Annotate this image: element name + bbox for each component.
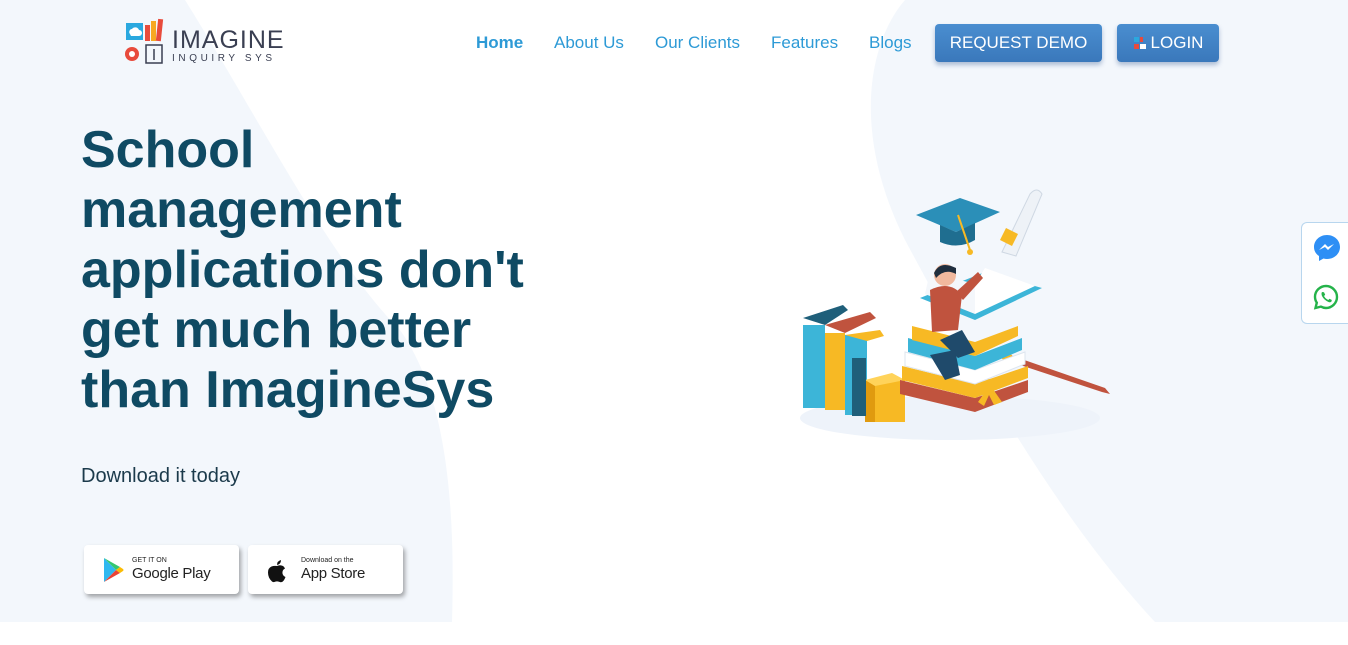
hero-subtitle: Download it today [81,465,240,487]
hero-title-line: than ImagineSys [81,361,495,419]
hero-title-line: management [81,181,402,239]
whatsapp-icon[interactable] [1312,283,1340,311]
google-play-big-text: Google Play [132,565,211,582]
brand-subtitle: INQUIRY SYS [172,53,276,64]
app-store-small-text: Download on the [301,557,354,564]
google-play-small-text: GET IT ON [132,557,167,564]
hero-title-line: applications don't [81,241,524,299]
google-play-button[interactable]: GET IT ON Google Play [84,545,239,594]
nav-home[interactable]: Home [476,33,523,53]
app-store-button[interactable]: Download on the App Store [248,545,403,594]
nav-features[interactable]: Features [771,33,838,53]
page: IMAGINE INQUIRY SYS Home About Us Our Cl… [0,0,1348,645]
logo-mark-icon [125,18,164,64]
apple-icon [268,560,286,583]
hero-title-line: School [81,121,255,179]
google-play-icon [104,558,124,582]
app-store-big-text: App Store [301,565,366,582]
page-bottom-strip [0,622,1348,645]
contact-side-widget [1301,222,1348,324]
graduation-books-illustration [800,189,1110,440]
login-button[interactable]: LOGIN [1117,24,1219,62]
brand-logo[interactable]: IMAGINE INQUIRY SYS [120,18,300,68]
hero-title: School management applications don't get… [81,120,641,420]
hero-title-line: get much better [81,301,472,359]
nav-our-clients[interactable]: Our Clients [655,33,740,53]
site-header: IMAGINE INQUIRY SYS Home About Us Our Cl… [0,0,1348,90]
messenger-icon[interactable] [1312,233,1342,263]
request-demo-label: REQUEST DEMO [949,33,1088,52]
login-icon [1133,37,1146,49]
nav-blogs[interactable]: Blogs [869,33,912,53]
login-label: LOGIN [1150,33,1204,52]
nav-about-us[interactable]: About Us [554,33,624,53]
brand-title: IMAGINE [172,26,285,54]
request-demo-button[interactable]: REQUEST DEMO [935,24,1102,62]
